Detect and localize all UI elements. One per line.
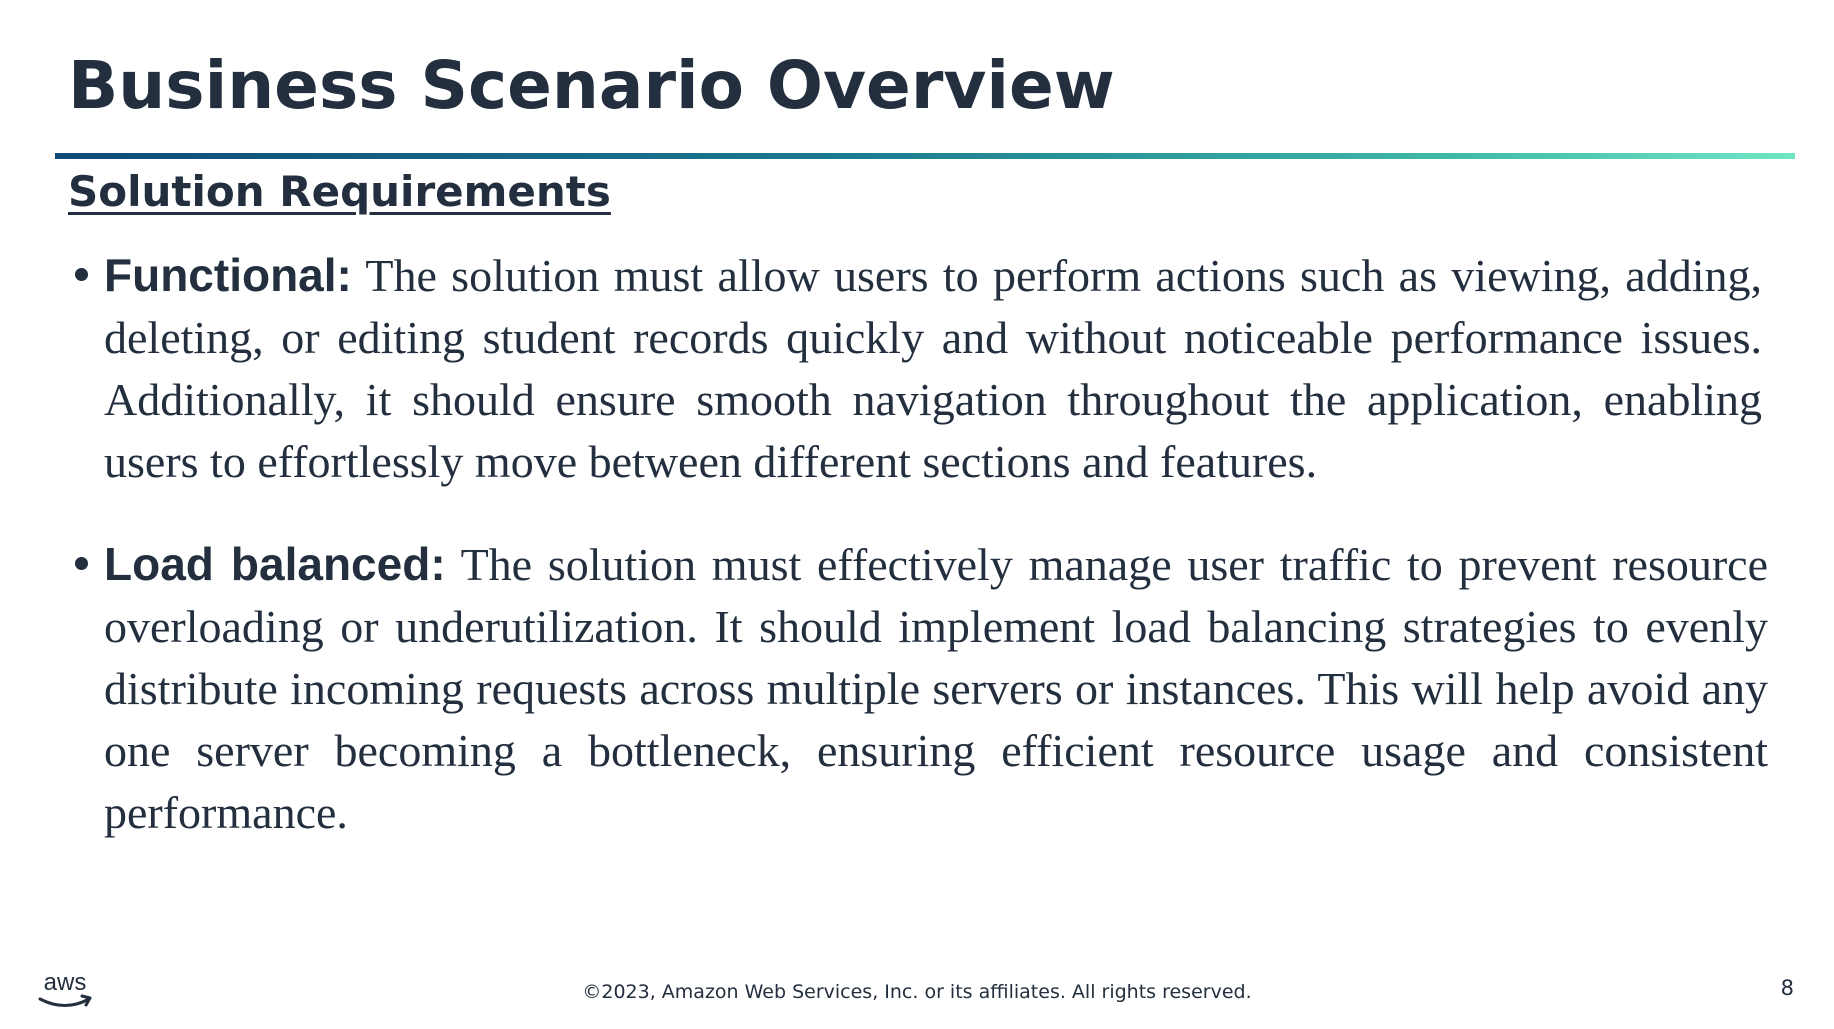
page-number: 8 — [1780, 976, 1794, 1000]
list-item-load-balanced: Load balanced: The solution must effecti… — [68, 533, 1768, 844]
bullet-icon — [75, 557, 88, 570]
bullet-text-functional: The solution must allow users to perform… — [104, 250, 1762, 487]
slide-title: Business Scenario Overview — [68, 47, 1115, 124]
list-item-functional: Functional: The solution must allow user… — [68, 244, 1762, 493]
section-heading: Solution Requirements — [68, 167, 611, 216]
bullet-label-functional: Functional: — [104, 249, 352, 301]
bullet-icon — [75, 268, 88, 281]
title-divider — [55, 153, 1795, 159]
requirements-list: Functional: The solution must allow user… — [68, 244, 1768, 844]
footer-copyright: ©2023, Amazon Web Services, Inc. or its … — [582, 981, 1252, 1003]
bullet-label-load-balanced: Load balanced: — [104, 538, 446, 590]
